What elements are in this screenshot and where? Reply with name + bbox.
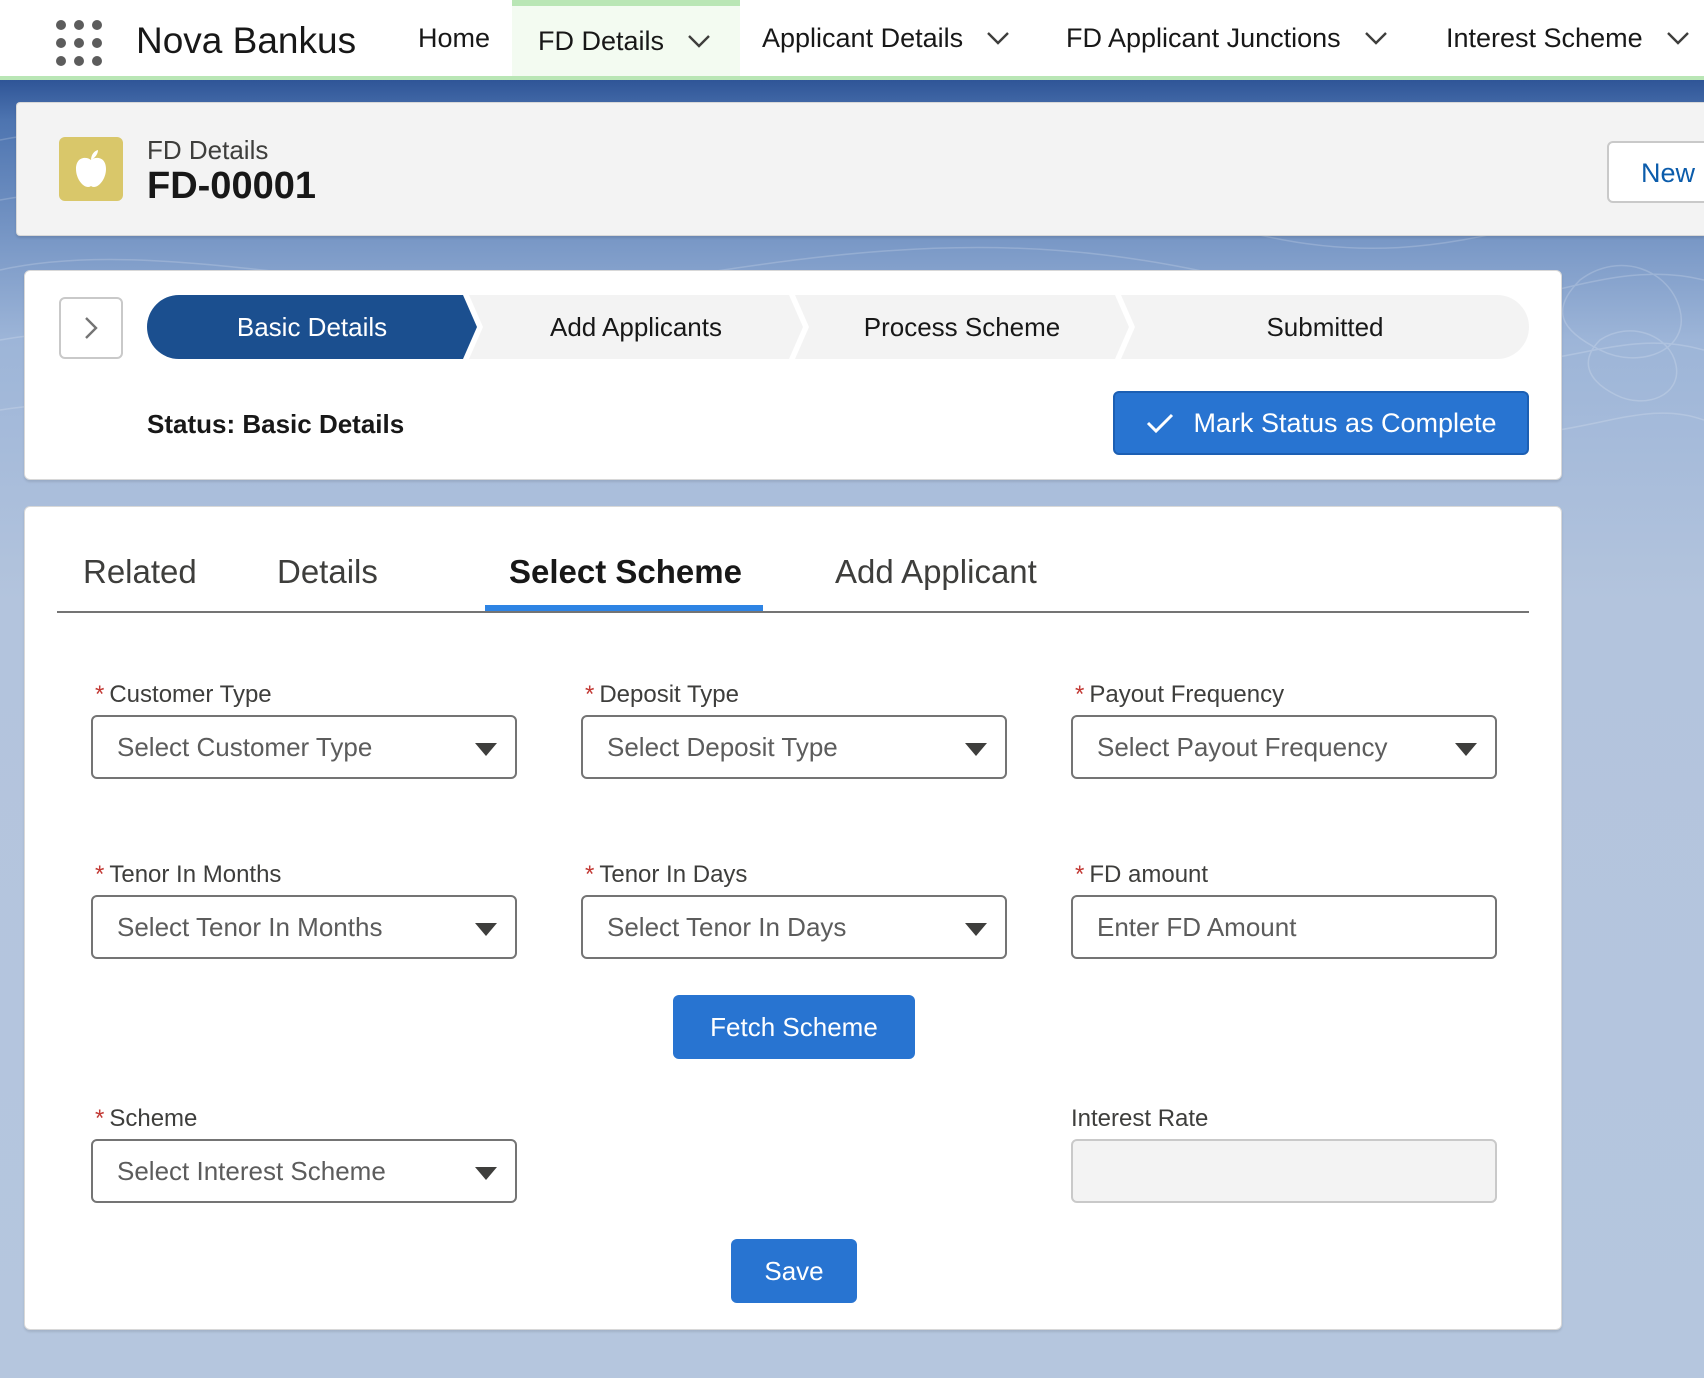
tab-bar: Related Details Select Scheme Add Applic… (57, 507, 1529, 613)
scheme-select[interactable]: Select Interest Scheme (91, 1139, 517, 1203)
record-header: FD Details FD-00001 New (16, 102, 1704, 236)
caret-down-icon (965, 743, 987, 756)
select-placeholder: Select Tenor In Months (117, 911, 383, 942)
customer-type-label: * Customer Type (95, 681, 272, 708)
nav-item-interest-scheme[interactable]: Interest Scheme (1446, 0, 1691, 76)
select-placeholder: Select Customer Type (117, 731, 373, 762)
tenor-months-select[interactable]: Select Tenor In Months (91, 895, 517, 959)
select-placeholder: Select Deposit Type (607, 731, 838, 762)
app-name: Nova Bankus (136, 20, 357, 61)
path-status-text: Status: Basic Details (147, 409, 405, 439)
check-icon (1147, 413, 1174, 434)
tab-details[interactable]: Details (277, 553, 378, 591)
save-button[interactable]: Save (731, 1239, 857, 1303)
nav-item-applicant-details[interactable]: Applicant Details (762, 0, 1011, 76)
object-label: FD Details (147, 135, 269, 165)
nav-item-label: Applicant Details (762, 22, 964, 53)
nav-item-label: Home (418, 22, 491, 53)
nav-item-home[interactable]: Home (418, 0, 490, 76)
tenor-months-label: * Tenor In Months (95, 861, 282, 888)
payout-frequency-select[interactable]: Select Payout Frequency (1071, 715, 1497, 779)
app-launcher-icon[interactable] (56, 20, 102, 66)
button-label: Mark Status as Complete (1193, 407, 1497, 438)
select-placeholder: Select Interest Scheme (117, 1155, 386, 1186)
interest-rate-field (1071, 1139, 1497, 1203)
record-detail-card: Related Details Select Scheme Add Applic… (24, 506, 1562, 1330)
global-nav-bar: Nova Bankus Home FD Details Applicant De… (0, 0, 1704, 80)
required-marker: * (95, 1105, 105, 1132)
required-marker: * (1075, 861, 1085, 888)
path-stage-process-scheme[interactable]: Process Scheme (795, 295, 1129, 359)
chevron-down-icon[interactable] (1363, 25, 1389, 51)
path-stage-label: Add Applicants (549, 311, 722, 342)
tab-related[interactable]: Related (83, 553, 197, 591)
nav-item-label: FD Details (538, 25, 665, 56)
button-label: Save (764, 1255, 824, 1286)
select-placeholder: Select Tenor In Days (607, 911, 847, 942)
nav-item-fd-details[interactable]: FD Details (512, 0, 740, 76)
path-card: Basic Details Add Applicants Process Sch… (24, 270, 1562, 480)
nav-item-label: Interest Scheme (1446, 22, 1643, 53)
chevron-down-icon[interactable] (1665, 25, 1691, 51)
customer-type-select[interactable]: Select Customer Type (91, 715, 517, 779)
tab-add-applicant[interactable]: Add Applicant (835, 553, 1037, 591)
caret-down-icon (1455, 743, 1477, 756)
scheme-label: * Scheme (95, 1105, 198, 1132)
new-button[interactable]: New (1607, 141, 1704, 203)
nav-item-fd-applicant-junctions[interactable]: FD Applicant Junctions (1066, 0, 1389, 76)
chevron-down-icon[interactable] (686, 28, 712, 54)
path-stage-label: Basic Details (236, 311, 388, 342)
select-placeholder: Select Payout Frequency (1097, 731, 1388, 762)
required-marker: * (1075, 681, 1085, 708)
caret-down-icon (475, 923, 497, 936)
path-stage-label: Process Scheme (863, 311, 1061, 342)
nav-item-label: FD Applicant Junctions (1066, 22, 1341, 53)
caret-down-icon (475, 743, 497, 756)
path-stage-label: Submitted (1266, 311, 1384, 342)
caret-down-icon (965, 923, 987, 936)
mark-status-complete-button[interactable]: Mark Status as Complete (1113, 391, 1529, 455)
button-label: Fetch Scheme (710, 1011, 878, 1042)
interest-rate-label: Interest Rate (1071, 1105, 1209, 1132)
apple-icon (59, 137, 123, 201)
payout-frequency-label: * Payout Frequency (1075, 681, 1285, 708)
active-tab-indicator (485, 605, 763, 611)
fetch-scheme-button[interactable]: Fetch Scheme (673, 995, 915, 1059)
chevron-right-icon (85, 317, 98, 339)
path-stage-basic-details[interactable]: Basic Details (147, 295, 477, 359)
path-stage-submitted[interactable]: Submitted (1121, 295, 1529, 359)
deposit-type-select[interactable]: Select Deposit Type (581, 715, 1007, 779)
required-marker: * (585, 681, 595, 708)
caret-down-icon (475, 1167, 497, 1180)
fd-amount-input[interactable] (1071, 895, 1497, 959)
required-marker: * (95, 681, 105, 708)
fd-amount-label: * FD amount (1075, 861, 1209, 888)
path-stage-add-applicants[interactable]: Add Applicants (469, 295, 803, 359)
record-name: FD-00001 (147, 165, 316, 207)
path-toggle-button[interactable] (59, 297, 123, 359)
tab-select-scheme[interactable]: Select Scheme (509, 553, 742, 591)
required-marker: * (585, 861, 595, 888)
chevron-down-icon[interactable] (985, 25, 1011, 51)
required-marker: * (95, 861, 105, 888)
tenor-days-label: * Tenor In Days (585, 861, 748, 888)
deposit-type-label: * Deposit Type (585, 681, 739, 708)
tenor-days-select[interactable]: Select Tenor In Days (581, 895, 1007, 959)
